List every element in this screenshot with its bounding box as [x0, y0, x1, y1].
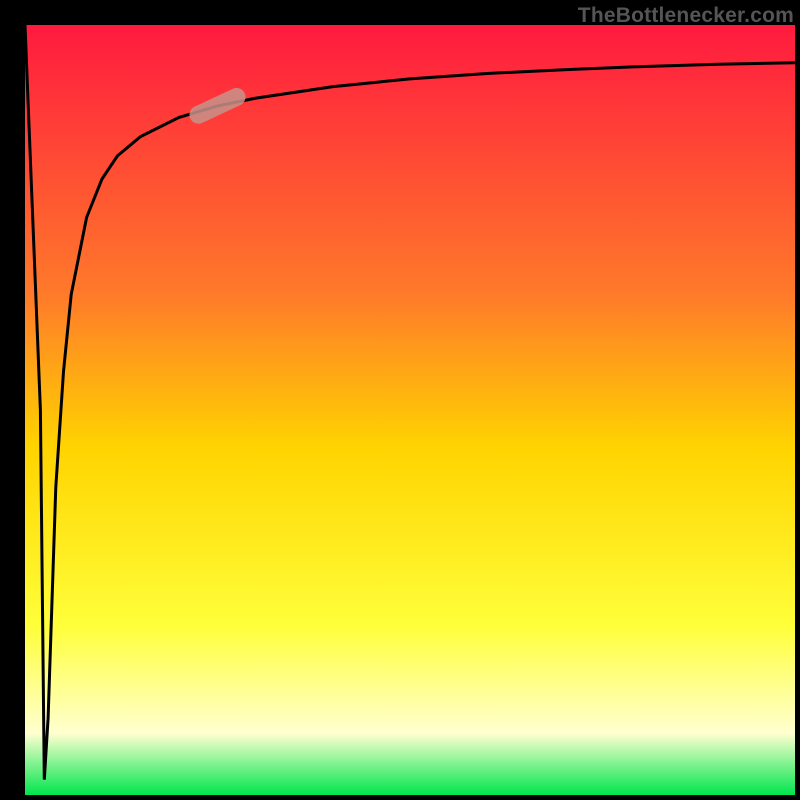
chart-svg: [25, 25, 795, 795]
plot-background: [25, 25, 795, 795]
watermark-label: TheBottlenecker.com: [578, 4, 794, 28]
chart-frame: TheBottlenecker.com: [0, 0, 800, 800]
